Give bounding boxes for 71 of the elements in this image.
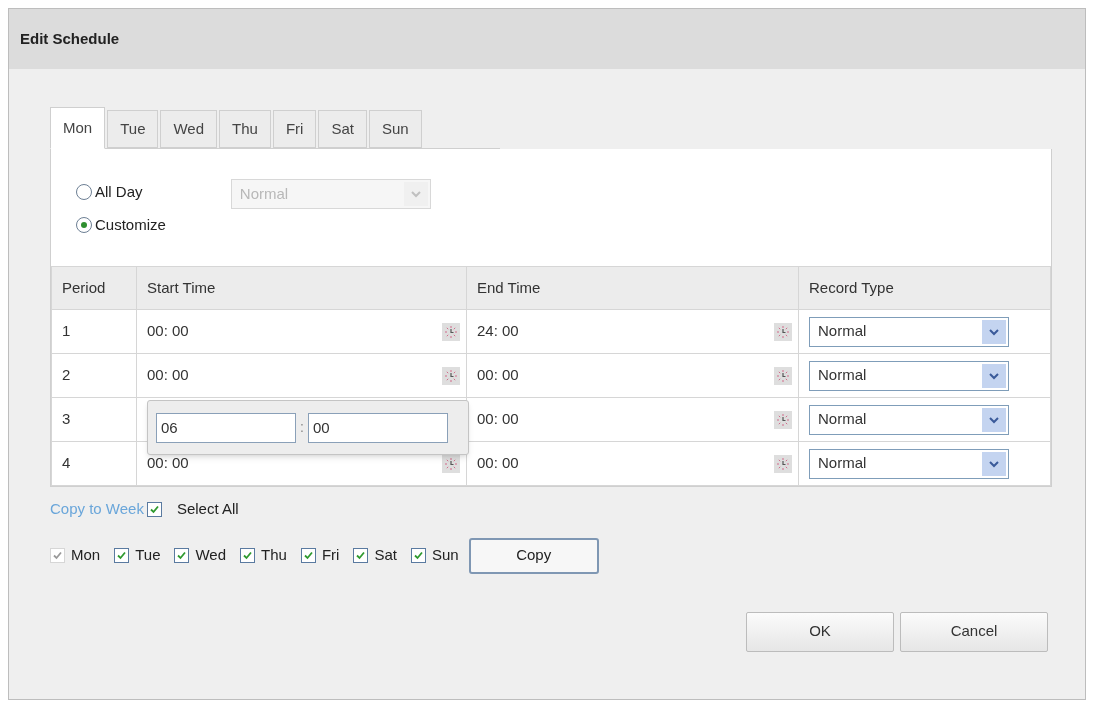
day-tab[interactable]: Mon	[50, 107, 106, 149]
checkbox[interactable]	[240, 548, 256, 563]
minute-field[interactable]: 00	[307, 412, 448, 443]
checkbox-label: Fri	[321, 545, 340, 566]
clock-icon[interactable]	[442, 322, 460, 341]
checkmark-icon	[176, 550, 188, 561]
table-cell: 3	[51, 397, 137, 442]
checkmark-icon	[52, 550, 63, 561]
ok-button[interactable]: OK	[746, 611, 894, 652]
checkbox[interactable]	[410, 548, 426, 563]
clock-icon[interactable]	[442, 366, 460, 385]
checkbox-label: Select All	[176, 499, 239, 519]
radio-button[interactable]	[76, 216, 92, 233]
hour-field[interactable]: 06	[156, 412, 296, 443]
chevron-down-icon	[982, 319, 1006, 344]
checkbox[interactable]	[353, 548, 369, 563]
end-time[interactable]: 24: 00	[477, 320, 519, 343]
window-title: Edit Schedule	[20, 28, 120, 49]
checkbox-label: Sun	[431, 545, 459, 566]
chevron-down-icon	[982, 407, 1006, 432]
checkbox-label: Thu	[261, 545, 287, 566]
checkbox-label: Wed	[195, 545, 227, 566]
day-tab[interactable]: Wed	[160, 110, 218, 148]
clock-icon[interactable]	[774, 366, 792, 385]
checkbox[interactable]	[146, 501, 162, 517]
clock-icon[interactable]	[774, 410, 792, 429]
radio-label: All Day	[95, 182, 143, 202]
copy-button[interactable]: Copy	[468, 537, 599, 574]
radio-label: Customize	[95, 214, 166, 235]
column-header: End Time	[466, 266, 799, 310]
clock-icon[interactable]	[774, 454, 792, 473]
column-header: Start Time	[136, 266, 467, 310]
table-cell: 1	[51, 309, 137, 354]
clock-icon[interactable]	[774, 322, 792, 341]
checkmark-icon	[302, 550, 314, 561]
record-type-select[interactable]: Normal	[809, 448, 1009, 479]
day-tab[interactable]: Sat	[318, 110, 367, 148]
column-header: Record Type	[798, 266, 1051, 310]
checkmark-icon	[355, 550, 367, 561]
checkbox-label: Mon	[71, 545, 101, 566]
chevron-down-icon	[982, 363, 1006, 388]
day-tab[interactable]: Sun	[368, 110, 422, 148]
day-tab[interactable]: Thu	[219, 110, 271, 148]
column-header: Period	[51, 266, 137, 310]
checkbox[interactable]	[114, 548, 130, 563]
checkmark-icon	[148, 503, 160, 515]
checkmark-icon	[242, 550, 254, 561]
chevron-down-icon	[403, 182, 428, 206]
day-tab[interactable]: Fri	[272, 110, 317, 148]
checkbox[interactable]	[300, 548, 316, 563]
end-time[interactable]: 00: 00	[477, 408, 519, 431]
checkbox-label: Sat	[374, 545, 397, 566]
checkbox[interactable]	[174, 548, 190, 563]
end-time[interactable]: 00: 00	[477, 452, 519, 475]
table-cell: 4	[51, 441, 137, 486]
record-type-select[interactable]: Normal	[809, 316, 1009, 347]
start-time[interactable]: 00: 00	[147, 452, 189, 475]
checkmark-icon	[412, 550, 424, 561]
day-tab[interactable]: Tue	[107, 110, 159, 148]
start-time[interactable]: 00: 00	[147, 364, 189, 387]
end-time[interactable]: 00: 00	[477, 364, 519, 387]
chevron-down-icon	[982, 451, 1006, 476]
record-type-select[interactable]: Normal	[809, 404, 1009, 435]
radio-button[interactable]	[76, 184, 92, 201]
checkmark-icon	[116, 550, 128, 561]
time-separator: :	[300, 418, 304, 437]
start-time[interactable]: 00: 00	[147, 320, 189, 343]
record-type-select[interactable]: Normal	[809, 360, 1009, 391]
checkbox-label: Tue	[135, 545, 161, 566]
cancel-button[interactable]: Cancel	[900, 611, 1048, 652]
table-cell: 2	[51, 353, 137, 398]
